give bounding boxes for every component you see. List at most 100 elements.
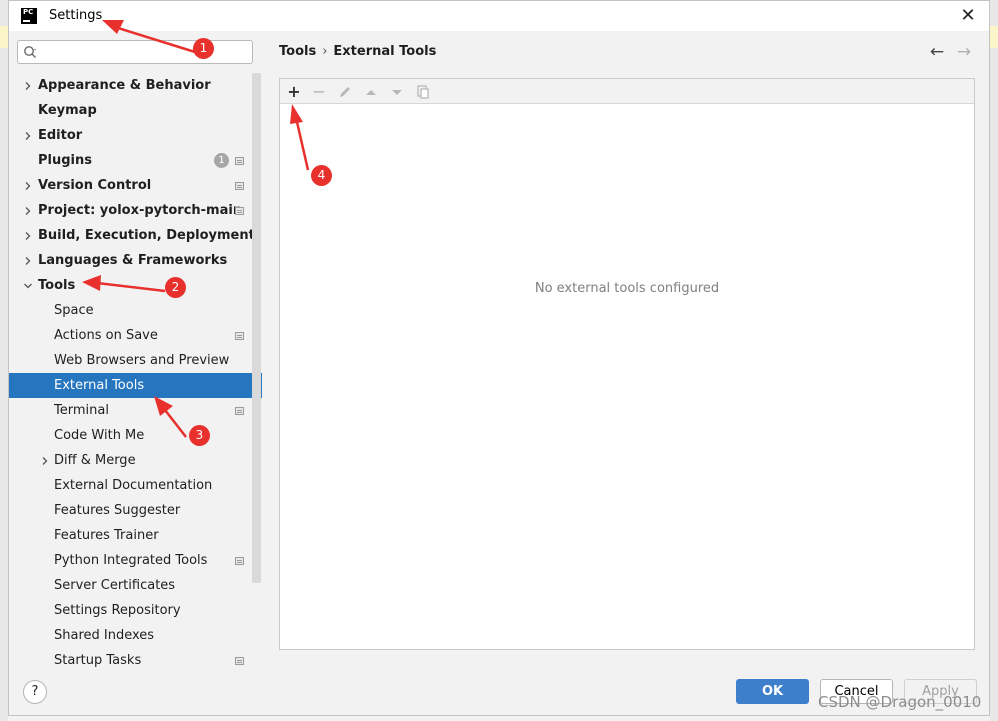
sidebar-item-label: Settings Repository: [54, 603, 181, 618]
sidebar-item-editor[interactable]: Editor: [9, 123, 252, 148]
forward-arrow-icon[interactable]: →: [955, 43, 973, 61]
empty-state-text: No external tools configured: [534, 281, 720, 296]
sidebar-item-label: Keymap: [38, 103, 97, 118]
sidebar-item-actions-on-save[interactable]: Actions on Save: [9, 323, 252, 348]
close-button[interactable]: ✕: [957, 5, 979, 27]
sidebar-item-label: Build, Execution, Deployment: [38, 228, 255, 243]
sidebar-scrollbar[interactable]: [252, 73, 261, 583]
help-button[interactable]: ?: [23, 680, 47, 704]
annotation-marker-1: 1: [193, 38, 214, 59]
sidebar-item-terminal[interactable]: Terminal: [9, 398, 252, 423]
sidebar-item-label: Plugins: [38, 153, 92, 168]
sidebar-item-label: Features Trainer: [54, 528, 159, 543]
background-highlight-strip: [0, 26, 8, 48]
ok-button[interactable]: OK: [736, 679, 809, 704]
sidebar-item-project-yolox-pytorch-main[interactable]: Project: yolox-pytorch-main: [9, 198, 252, 223]
sidebar-item-label: Editor: [38, 128, 83, 143]
search-input[interactable]: [17, 40, 253, 64]
sidebar-item-shared-indexes[interactable]: Shared Indexes: [9, 623, 252, 648]
triangle-up-icon: [366, 90, 376, 95]
sidebar-item-version-control[interactable]: Version Control: [9, 173, 252, 198]
sidebar-item-label: Web Browsers and Preview: [54, 353, 230, 368]
sidebar-item-external-documentation[interactable]: External Documentation: [9, 473, 252, 498]
sidebar-item-space[interactable]: Space: [9, 298, 252, 323]
sidebar-item-features-suggester[interactable]: Features Suggester: [9, 498, 252, 523]
chevron-right-icon[interactable]: [21, 223, 33, 248]
settings-dialog: PC Settings ✕ Appearance & Behavior Keyma…: [8, 0, 990, 716]
background-window-right: [990, 0, 998, 721]
project-scope-icon: [235, 207, 244, 215]
pycharm-logo-icon: PC: [21, 8, 37, 24]
project-scope-icon: [235, 557, 244, 565]
sidebar-item-label: Diff & Merge: [54, 453, 136, 468]
breadcrumb: Tools › External Tools: [279, 44, 436, 59]
sidebar-item-tools[interactable]: Tools: [9, 273, 252, 298]
sidebar-item-startup-tasks[interactable]: Startup Tasks: [9, 648, 252, 667]
tools-toolbar: + −: [280, 79, 974, 104]
edit-tool-button[interactable]: [335, 82, 355, 102]
project-scope-icon: [235, 182, 244, 190]
chevron-right-icon[interactable]: [38, 448, 50, 473]
sidebar-item-settings-repository[interactable]: Settings Repository: [9, 598, 252, 623]
sidebar-item-diff-merge[interactable]: Diff & Merge: [9, 448, 252, 473]
sidebar-item-label: Space: [54, 303, 94, 318]
move-down-button[interactable]: [387, 82, 407, 102]
sidebar-item-features-trainer[interactable]: Features Trainer: [9, 523, 252, 548]
sidebar-item-label: Server Certificates: [54, 578, 176, 593]
sidebar-item-plugins[interactable]: Plugins 1: [9, 148, 252, 173]
pencil-icon: [340, 87, 350, 97]
project-scope-icon: [235, 157, 244, 165]
search-icon: [24, 46, 36, 58]
breadcrumb-parent[interactable]: Tools: [279, 44, 316, 59]
sidebar-item-label: External Documentation: [54, 478, 213, 493]
sidebar-item-label: Project: yolox-pytorch-main: [38, 203, 243, 218]
sidebar-item-keymap[interactable]: Keymap: [9, 98, 252, 123]
chevron-down-icon[interactable]: [21, 273, 33, 298]
sidebar-item-label: Shared Indexes: [54, 628, 155, 643]
chevron-right-icon[interactable]: [21, 173, 33, 198]
sidebar-item-server-certificates[interactable]: Server Certificates: [9, 573, 252, 598]
project-scope-icon: [235, 332, 244, 340]
copy-icon: [417, 85, 429, 99]
breadcrumb-separator: ›: [322, 44, 328, 59]
annotation-marker-2: 2: [165, 277, 186, 298]
sidebar-item-build-execution-deployment[interactable]: Build, Execution, Deployment: [9, 223, 255, 248]
sidebar-item-python-integrated-tools[interactable]: Python Integrated Tools: [9, 548, 252, 573]
sidebar-item-appearance-behavior[interactable]: Appearance & Behavior: [9, 73, 252, 98]
chevron-right-icon[interactable]: [21, 248, 33, 273]
background-highlight-strip: [990, 26, 998, 48]
sidebar-item-label: Features Suggester: [54, 503, 181, 518]
sidebar-item-code-with-me[interactable]: Code With Me: [9, 423, 252, 448]
project-scope-icon: [235, 407, 244, 415]
sidebar-item-label: Code With Me: [54, 428, 145, 443]
breadcrumb-current: External Tools: [333, 44, 437, 59]
title-bar: PC Settings ✕: [9, 1, 989, 31]
back-arrow-icon[interactable]: ←: [928, 43, 946, 61]
remove-tool-button[interactable]: −: [309, 82, 329, 102]
chevron-right-icon[interactable]: [21, 123, 33, 148]
sidebar-item-label: Startup Tasks: [54, 653, 142, 667]
add-tool-button[interactable]: +: [284, 82, 304, 102]
sidebar-item-label: Version Control: [38, 178, 152, 193]
external-tools-panel: + − No external tools configured: [279, 78, 975, 650]
triangle-down-icon: [392, 90, 402, 95]
sidebar-item-label: Tools: [38, 278, 76, 293]
settings-tree: Appearance & Behavior Keymap Editor Plugins…: [9, 73, 262, 667]
sidebar-item-label: Appearance & Behavior: [38, 78, 211, 93]
window-title: Settings: [49, 8, 103, 23]
sidebar-item-external-tools[interactable]: External Tools: [9, 373, 262, 398]
chevron-right-icon[interactable]: [21, 198, 33, 223]
project-scope-icon: [235, 657, 244, 665]
copy-tool-button[interactable]: [413, 82, 433, 102]
annotation-marker-4: 4: [311, 165, 332, 186]
watermark: CSDN @Dragon_0010: [818, 693, 982, 711]
sidebar-item-label: Terminal: [54, 403, 109, 418]
sidebar-item-label: Actions on Save: [54, 328, 158, 343]
settings-sidebar: Appearance & Behavior Keymap Editor Plugins…: [9, 31, 262, 667]
update-count-badge: 1: [214, 153, 229, 168]
chevron-right-icon[interactable]: [21, 73, 33, 98]
background-window-left: [0, 0, 8, 721]
sidebar-item-languages-frameworks[interactable]: Languages & Frameworks: [9, 248, 252, 273]
move-up-button[interactable]: [361, 82, 381, 102]
sidebar-item-web-browsers-and-preview[interactable]: Web Browsers and Preview: [9, 348, 252, 373]
